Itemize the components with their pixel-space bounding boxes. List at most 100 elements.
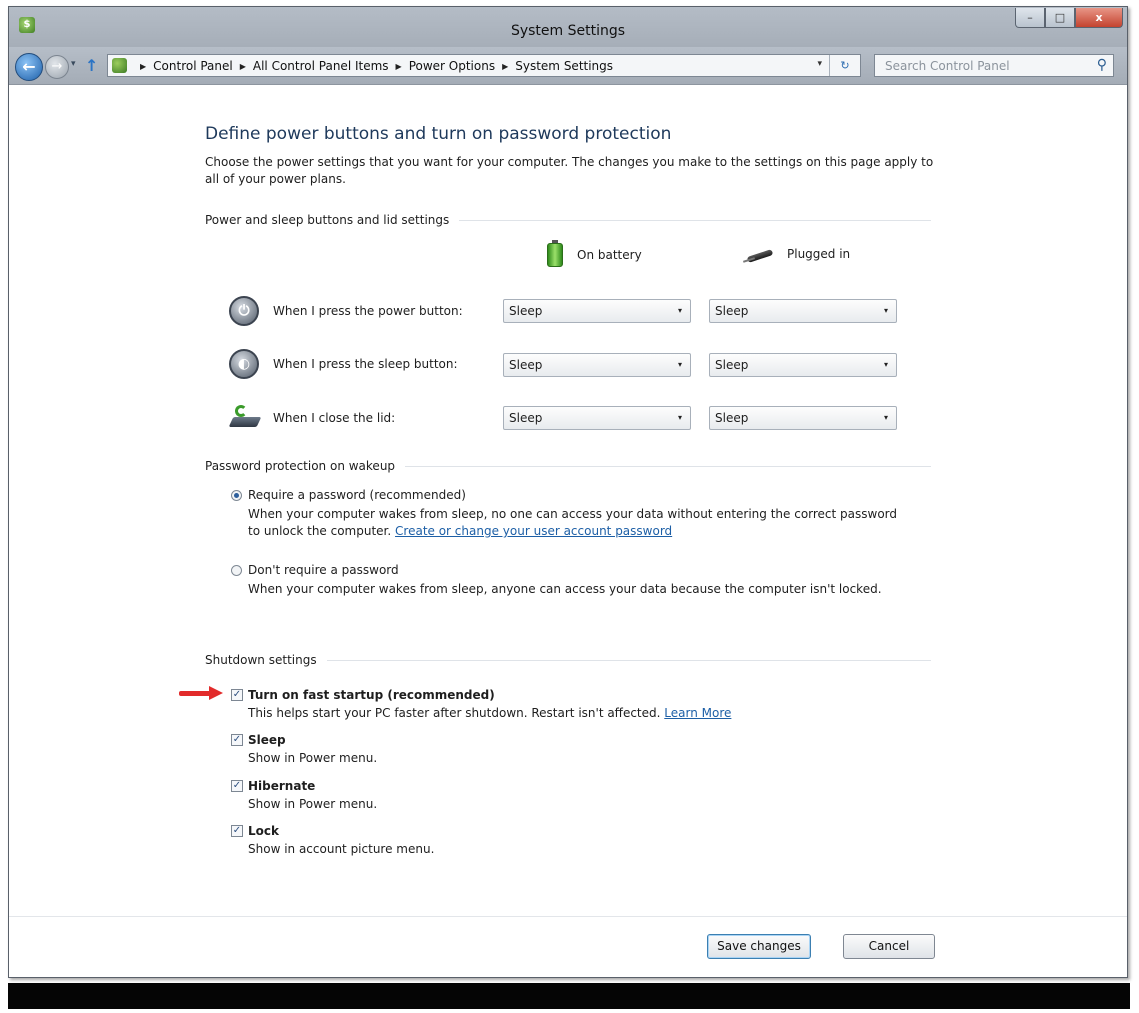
main-content: Define power buttons and turn on passwor… (9, 84, 1127, 977)
taskbar (8, 983, 1130, 1009)
shutdown-section-title: Shutdown settings (205, 653, 317, 667)
page-title: Define power buttons and turn on passwor… (205, 124, 672, 144)
power-plug-icon (743, 245, 779, 263)
cancel-button[interactable]: Cancel (843, 934, 935, 959)
section-divider (326, 659, 931, 661)
address-dropdown-icon[interactable]: ▾ (817, 59, 822, 69)
maximize-button[interactable]: □ (1045, 8, 1075, 28)
control-panel-icon (112, 58, 127, 73)
sleep-button-label: When I press the sleep button: (273, 357, 458, 371)
sleep-button-row: ◐ When I press the sleep button: (229, 349, 487, 379)
search-icon[interactable]: ⚲ (1097, 57, 1107, 73)
require-password-label[interactable]: Require a password (recommended) (248, 488, 466, 502)
back-arrow-icon[interactable]: ← (15, 53, 43, 81)
breadcrumb-all-control-panel-items[interactable]: All Control Panel Items (253, 59, 389, 73)
lock-checkbox[interactable]: ✓ (231, 825, 243, 837)
lid-close-label: When I close the lid: (273, 411, 396, 425)
chevron-down-icon: ▾ (883, 413, 888, 422)
hibernate-option[interactable]: ✓ Hibernate (231, 779, 315, 793)
select-value: Sleep (715, 411, 749, 425)
lid-close-row: When I close the lid: (229, 403, 487, 433)
sleep-button-icon: ◐ (229, 349, 259, 379)
column-header-battery: On battery (547, 240, 642, 267)
breadcrumb-separator-icon[interactable]: ▶ (240, 62, 246, 71)
up-arrow-icon[interactable]: ↑ (85, 56, 98, 75)
window-title: System Settings (510, 23, 626, 39)
breadcrumb-power-options[interactable]: Power Options (409, 59, 495, 73)
hibernate-description: Show in Power menu. (248, 797, 378, 811)
sleep-button-plugged-select[interactable]: Sleep ▾ (709, 353, 897, 377)
power-section-header: Power and sleep buttons and lid settings (205, 213, 931, 227)
lid-close-battery-select[interactable]: Sleep ▾ (503, 406, 691, 430)
chevron-down-icon: ▾ (677, 413, 682, 422)
footer-bar: Save changes Cancel (9, 916, 1127, 977)
refresh-icon[interactable]: ↻ (829, 55, 860, 76)
sleep-label[interactable]: Sleep (248, 733, 286, 747)
shutdown-section-header: Shutdown settings (205, 653, 931, 667)
sleep-checkbox[interactable]: ✓ (231, 734, 243, 746)
title-bar[interactable]: $ System Settings – □ x (9, 7, 1127, 47)
page-intro: Choose the power settings that you want … (205, 155, 934, 186)
search-input[interactable]: Search Control Panel ⚲ (874, 54, 1114, 77)
column-header-battery-label: On battery (577, 248, 642, 262)
lock-option[interactable]: ✓ Lock (231, 824, 279, 838)
recent-locations-chevron-icon[interactable]: ▾ (71, 59, 76, 69)
laptop-lid-icon (229, 405, 261, 431)
power-button-plugged-select[interactable]: Sleep ▾ (709, 299, 897, 323)
forward-arrow-icon[interactable]: → (45, 55, 69, 79)
section-divider (459, 219, 931, 221)
require-password-description: When your computer wakes from sleep, no … (248, 506, 908, 540)
save-changes-button[interactable]: Save changes (707, 934, 811, 959)
navigation-bar: ← → ▾ ↑ ▶ Control Panel ▶ All Control Pa… (9, 47, 1127, 84)
select-value: Sleep (509, 304, 543, 318)
lock-description: Show in account picture menu. (248, 842, 435, 856)
breadcrumb-control-panel[interactable]: Control Panel (153, 59, 233, 73)
annotation-arrow-icon (179, 686, 223, 700)
address-bar[interactable]: ▶ Control Panel ▶ All Control Panel Item… (107, 54, 861, 77)
power-section-title: Power and sleep buttons and lid settings (205, 213, 450, 227)
minimize-button[interactable]: – (1015, 8, 1045, 28)
no-password-radio[interactable] (231, 565, 242, 576)
chevron-down-icon: ▾ (883, 360, 888, 369)
no-password-label[interactable]: Don't require a password (248, 563, 399, 577)
learn-more-link[interactable]: Learn More (664, 706, 731, 720)
sleep-button-battery-select[interactable]: Sleep ▾ (503, 353, 691, 377)
section-divider (405, 465, 931, 467)
fast-startup-label[interactable]: Turn on fast startup (recommended) (248, 688, 495, 702)
fast-startup-option[interactable]: ✓ Turn on fast startup (recommended) (231, 688, 495, 702)
require-password-option[interactable]: Require a password (recommended) (231, 488, 466, 502)
power-button-label: When I press the power button: (273, 304, 463, 318)
no-password-description: When your computer wakes from sleep, any… (248, 582, 882, 596)
select-value: Sleep (509, 411, 543, 425)
breadcrumb-system-settings[interactable]: System Settings (515, 59, 613, 73)
create-password-link[interactable]: Create or change your user account passw… (395, 524, 672, 538)
password-section-title: Password protection on wakeup (205, 459, 396, 473)
close-button[interactable]: x (1075, 8, 1123, 28)
power-button-icon: ⏻ (229, 296, 259, 326)
hibernate-label[interactable]: Hibernate (248, 779, 315, 793)
hibernate-checkbox[interactable]: ✓ (231, 780, 243, 792)
column-header-plugged-label: Plugged in (787, 247, 851, 261)
require-password-radio[interactable] (231, 490, 242, 501)
select-value: Sleep (715, 358, 749, 372)
breadcrumb-separator-icon[interactable]: ▶ (502, 62, 508, 71)
power-button-battery-select[interactable]: Sleep ▾ (503, 299, 691, 323)
column-header-plugged: Plugged in (743, 245, 850, 263)
caption-buttons: – □ x (1015, 8, 1123, 28)
battery-icon (547, 240, 563, 267)
breadcrumb: ▶ Control Panel ▶ All Control Panel Item… (133, 59, 613, 73)
lock-label[interactable]: Lock (248, 824, 279, 838)
no-password-option[interactable]: Don't require a password (231, 563, 399, 577)
chevron-down-icon: ▾ (677, 360, 682, 369)
fast-startup-description: This helps start your PC faster after sh… (248, 705, 908, 722)
system-settings-window: $ System Settings – □ x ← → ▾ ↑ ▶ Contro… (8, 6, 1128, 978)
fast-startup-checkbox[interactable]: ✓ (231, 689, 243, 701)
sleep-option[interactable]: ✓ Sleep (231, 733, 286, 747)
breadcrumb-separator-icon[interactable]: ▶ (396, 62, 402, 71)
chevron-down-icon: ▾ (883, 306, 888, 315)
breadcrumb-separator-icon[interactable]: ▶ (140, 62, 146, 71)
fast-startup-desc-text: This helps start your PC faster after sh… (248, 706, 665, 720)
select-value: Sleep (715, 304, 749, 318)
power-button-row: ⏻ When I press the power button: (229, 296, 487, 326)
lid-close-plugged-select[interactable]: Sleep ▾ (709, 406, 897, 430)
